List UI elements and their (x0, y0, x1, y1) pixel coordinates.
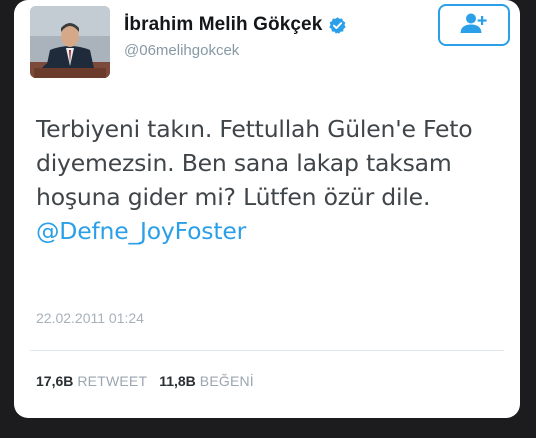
avatar[interactable] (30, 6, 110, 78)
follow-button[interactable] (438, 4, 510, 46)
tweet-stats: 17,6B RETWEET 11,8B BEĞENİ (36, 373, 254, 389)
tweet-body: Terbiyeni takın. Fettullah Gülen'e Feto … (36, 115, 473, 211)
display-name[interactable]: İbrahim Melih Gökçek (124, 14, 322, 36)
tweet-timestamp[interactable]: 22.02.2011 01:24 (36, 310, 144, 326)
verified-badge-icon (328, 16, 347, 35)
user-handle[interactable]: @06melihgokcek (124, 42, 239, 59)
follow-user-icon (457, 12, 491, 39)
divider (30, 350, 504, 351)
mention-link[interactable]: @Defne_JoyFoster (36, 217, 246, 245)
like-label[interactable]: BEĞENİ (200, 373, 254, 389)
tweet-text: Terbiyeni takın. Fettullah Gülen'e Feto … (36, 112, 506, 248)
retweet-count[interactable]: 17,6B (36, 373, 73, 389)
tweet-card: İbrahim Melih Gökçek @06melihgokcek Terb… (14, 0, 520, 418)
retweet-label[interactable]: RETWEET (77, 373, 147, 389)
avatar-photo (30, 6, 110, 78)
name-row: İbrahim Melih Gökçek (124, 14, 347, 36)
like-count[interactable]: 11,8B (159, 373, 196, 389)
